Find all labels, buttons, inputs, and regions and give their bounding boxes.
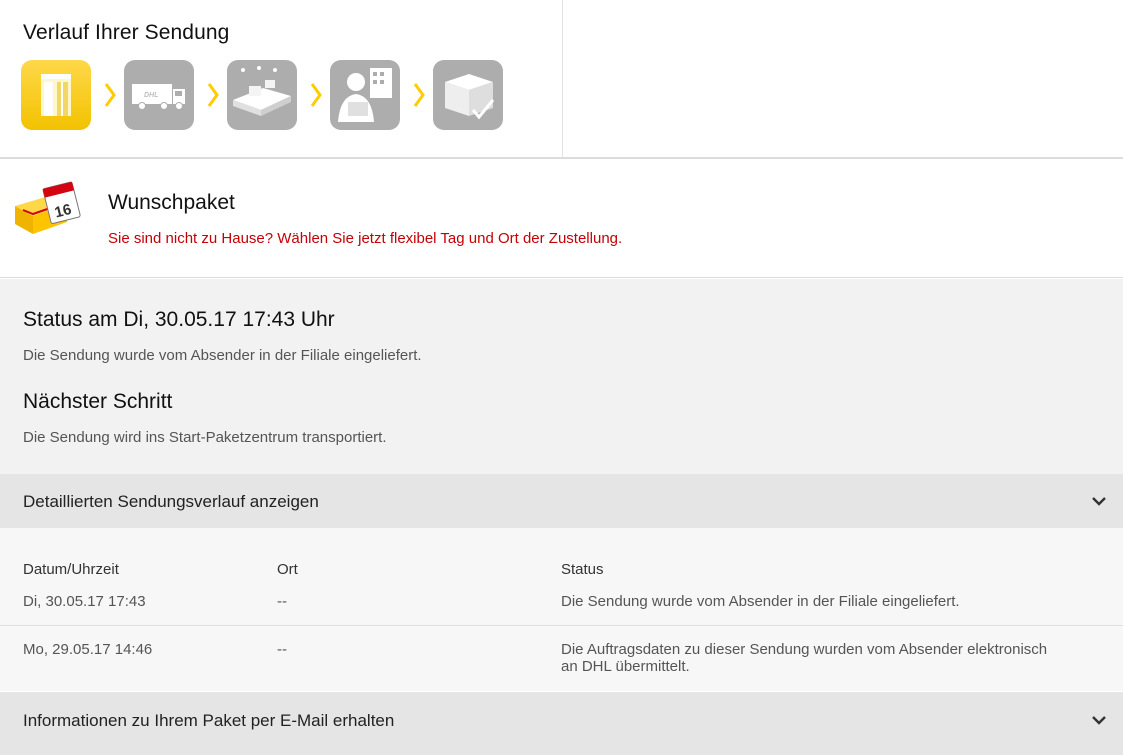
section-divider xyxy=(562,0,563,158)
package-delivered-icon xyxy=(433,60,503,130)
status-heading: Status am Di, 30.05.17 17:43 Uhr xyxy=(23,308,335,331)
wunschpaket-section: 16 Wunschpaket Sie sind nicht zu Hause? … xyxy=(0,160,1123,278)
wunschpaket-title: Wunschpaket xyxy=(108,191,235,214)
courier-icon xyxy=(330,60,400,130)
tracking-title: Verlauf Ihrer Sendung xyxy=(23,21,230,44)
column-header-date: Datum/Uhrzeit xyxy=(23,561,119,578)
chevron-right-icon xyxy=(206,80,220,110)
row-date: Mo, 29.05.17 14:46 xyxy=(23,641,153,658)
history-table: Datum/Uhrzeit Ort Status Di, 30.05.17 17… xyxy=(0,528,1123,691)
email-toggle[interactable]: Informationen zu Ihrem Paket per E-Mail … xyxy=(0,692,1123,755)
wunschpaket-link[interactable]: Sie sind nicht zu Hause? Wählen Sie jetz… xyxy=(108,230,622,247)
column-header-place: Ort xyxy=(277,561,298,578)
svg-text:DHL: DHL xyxy=(144,92,158,99)
status-text: Die Sendung wurde vom Absender in der Fi… xyxy=(23,347,422,364)
row-status: Die Sendung wurde vom Absender in der Fi… xyxy=(561,593,960,610)
email-toggle-label: Informationen zu Ihrem Paket per E-Mail … xyxy=(23,711,395,730)
chevron-right-icon xyxy=(103,80,117,110)
table-row: Di, 30.05.17 17:43 -- Die Sendung wurde … xyxy=(0,592,1123,625)
calendar-package-icon: 16 xyxy=(13,178,97,240)
row-date: Di, 30.05.17 17:43 xyxy=(23,593,146,610)
row-place: -- xyxy=(277,593,287,610)
status-section: Status am Di, 30.05.17 17:43 Uhr Die Sen… xyxy=(0,279,1123,474)
row-status: Die Auftragsdaten zu dieser Sendung wurd… xyxy=(561,641,1048,675)
details-toggle-label: Detaillierten Sendungsverlauf anzeigen xyxy=(23,492,319,511)
tracking-progress-section: Verlauf Ihrer Sendung DHL xyxy=(0,0,1123,159)
chevron-right-icon xyxy=(412,80,426,110)
chevron-right-icon xyxy=(309,80,323,110)
post-office-icon xyxy=(21,60,91,130)
column-header-status: Status xyxy=(561,561,604,578)
chevron-down-icon[interactable] xyxy=(1091,713,1107,727)
table-row: Mo, 29.05.17 14:46 -- Die Auftragsdaten … xyxy=(0,626,1123,690)
delivery-truck-icon: DHL xyxy=(124,60,194,130)
chevron-down-icon[interactable] xyxy=(1091,494,1107,508)
details-toggle[interactable]: Detaillierten Sendungsverlauf anzeigen xyxy=(0,474,1123,528)
next-step-heading: Nächster Schritt xyxy=(23,390,173,413)
conveyor-belt-icon xyxy=(227,60,297,130)
next-step-text: Die Sendung wird ins Start-Paketzentrum … xyxy=(23,429,387,446)
row-place: -- xyxy=(277,641,287,658)
